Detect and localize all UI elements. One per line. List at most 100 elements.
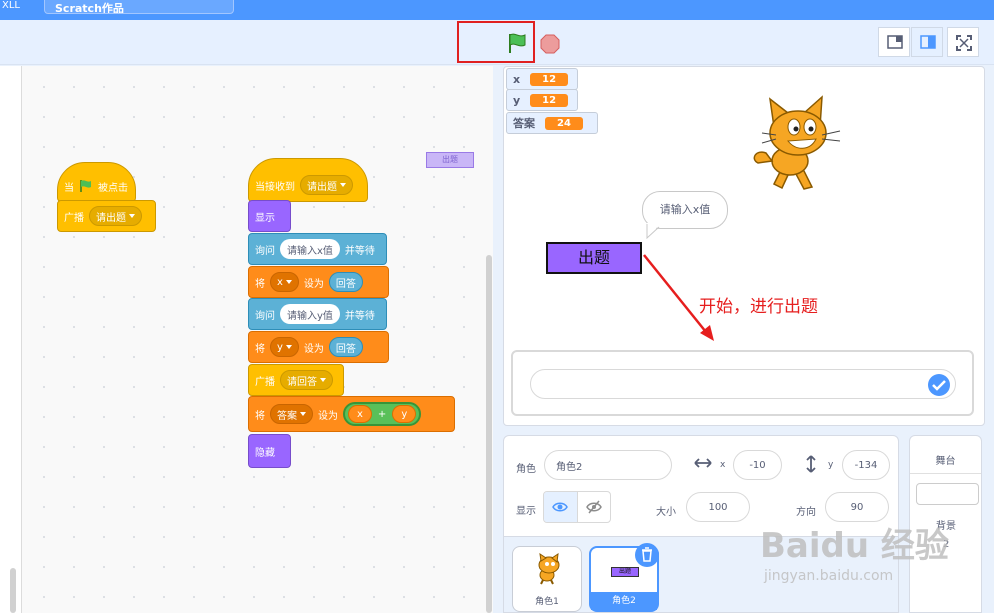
ask-prompt-box (511, 350, 974, 416)
menu-bar: XLL Scratch作品 (0, 0, 994, 20)
delete-sprite-button[interactable] (635, 543, 659, 567)
watermark-logo: Baidu 经验 (760, 526, 949, 566)
set-to-label: 设为 (303, 278, 324, 290)
variable-monitor-answer: 答案 24 (506, 112, 598, 134)
eye-off-icon (586, 500, 602, 514)
broadcast-block[interactable]: 广播 请出题 (57, 200, 156, 232)
monitor-x-label: x (513, 72, 521, 86)
ask-wait-label: 并等待 (344, 245, 375, 257)
monitor-answer-value: 24 (545, 116, 583, 130)
size-input[interactable]: 100 (686, 492, 750, 522)
set-to-label: 设为 (318, 410, 338, 422)
operand-x-reporter[interactable]: x (348, 405, 372, 423)
receive-message-dropdown[interactable]: 请出题 (300, 175, 353, 195)
chevron-down-icon (300, 412, 306, 416)
when-suffix: 被点击 (98, 182, 128, 194)
set-answer-block[interactable]: 将 答案 设为 x + y (248, 396, 455, 432)
code-sprite-thumbnail: 出题 (426, 152, 474, 168)
broadcast-message-dropdown[interactable]: 请出题 (89, 206, 142, 226)
variable-x-text: x (277, 276, 283, 288)
broadcast-answer-dropdown[interactable]: 请回答 (280, 370, 333, 390)
project-title-field[interactable]: Scratch作品 (44, 0, 234, 14)
variable-monitor-x: x 12 (506, 68, 578, 90)
operand-y-reporter[interactable]: y (392, 405, 417, 423)
chevron-down-icon (285, 280, 292, 284)
large-stage-button[interactable] (911, 27, 943, 57)
stage-panel-divider (910, 473, 981, 474)
x-position-input[interactable]: -10 (733, 450, 782, 480)
hide-block[interactable]: 隐藏 (248, 434, 291, 468)
when-receive-block[interactable]: 当接收到 请出题 (248, 158, 368, 202)
cat-sprite-thumbnail (538, 553, 560, 585)
direction-label: 方向 (796, 507, 816, 518)
variable-y-dropdown[interactable]: y (270, 337, 299, 357)
size-label: 大小 (656, 507, 676, 518)
broadcast-message-text: 请出题 (96, 212, 126, 224)
set-label: 将 (255, 343, 265, 355)
ask-y-text-input[interactable]: 请输入y值 (280, 304, 340, 324)
hide-label: 隐藏 (255, 447, 275, 459)
chevron-down-icon (129, 214, 135, 218)
annotation-text: 开始，进行出题 (699, 297, 818, 317)
sprite-name-input[interactable]: 角色2 (544, 450, 672, 480)
set-to-label: 设为 (303, 343, 324, 355)
ask-wait-label: 并等待 (344, 310, 375, 322)
green-flag-icon[interactable] (506, 32, 528, 54)
submit-check-icon[interactable] (927, 373, 951, 397)
set-y-block[interactable]: 将 y 设为 回答 (248, 331, 389, 363)
variable-y-text: y (277, 341, 283, 353)
set-label: 将 (255, 410, 265, 422)
ask-x-text-input[interactable]: 请输入x值 (280, 239, 340, 259)
eye-icon (552, 502, 569, 512)
stop-icon[interactable] (540, 34, 560, 54)
when-flag-clicked-block[interactable]: 当 被点击 (57, 162, 136, 202)
answer-input[interactable] (530, 369, 956, 399)
answer-reporter[interactable]: 回答 (328, 272, 363, 292)
small-stage-button[interactable] (878, 27, 910, 57)
chevron-down-icon (340, 183, 346, 187)
monitor-x-value: 12 (530, 72, 569, 86)
ask-label: 询问 (255, 310, 275, 322)
chevron-down-icon (320, 378, 326, 382)
answer-reporter[interactable]: 回答 (328, 337, 363, 357)
sprite-tile-2-name: 角色2 (591, 592, 657, 610)
show-visible-button[interactable] (544, 492, 577, 522)
ask-x-block[interactable]: 询问 请输入x值 并等待 (248, 233, 387, 265)
stage[interactable]: x 12 y 12 答案 24 请输入x值 出题 开始，进行出题 (503, 66, 985, 426)
fullscreen-icon (956, 35, 972, 51)
question-button-sprite[interactable]: 出题 (546, 242, 642, 274)
broadcast-answer-block[interactable]: 广播 请回答 (248, 364, 344, 396)
cat-sprite[interactable] (744, 89, 844, 193)
trash-icon (642, 547, 652, 562)
sprite-tile-1[interactable]: 角色1 (512, 546, 582, 612)
code-horizontal-scrollbar[interactable] (10, 568, 16, 613)
speech-bubble-tail (646, 223, 661, 239)
visibility-toggle (543, 491, 611, 523)
show-block[interactable]: 显示 (248, 200, 291, 232)
add-operator-block[interactable]: x + y (343, 402, 422, 426)
variable-answer-text: 答案 (277, 410, 297, 422)
vertical-arrows-icon (806, 455, 816, 473)
when-receive-label: 当接收到 (255, 181, 295, 193)
ask-label: 询问 (255, 245, 275, 257)
monitor-y-value: 12 (530, 93, 569, 107)
chevron-down-icon (285, 345, 292, 349)
code-vertical-scrollbar[interactable] (486, 255, 492, 613)
variable-x-dropdown[interactable]: x (270, 272, 299, 292)
broadcast-answer-text: 请回答 (287, 376, 317, 388)
code-area[interactable]: 出题 当 被点击 广播 请出题 当接收到 请出题 显示 询问 请输入x值 并等待… (0, 66, 493, 613)
ask-y-block[interactable]: 询问 请输入y值 并等待 (248, 298, 387, 330)
fullscreen-button[interactable] (947, 27, 979, 57)
sprite-tile-2-thumbnail: 出题 (611, 567, 639, 577)
variable-answer-dropdown[interactable]: 答案 (270, 404, 313, 424)
sprite-tile-1-name: 角色1 (535, 597, 559, 607)
stage-thumbnail[interactable] (916, 483, 979, 505)
menu-fragment[interactable]: XLL (0, 0, 30, 12)
set-x-block[interactable]: 将 x 设为 回答 (248, 266, 389, 298)
y-position-input[interactable]: -134 (842, 450, 890, 480)
watermark-url: jingyan.baidu.com (764, 568, 894, 584)
stage-panel-title: 舞台 (935, 456, 956, 467)
show-hidden-button[interactable] (576, 492, 610, 522)
x-label: x (720, 460, 726, 470)
monitor-answer-label: 答案 (513, 117, 535, 130)
